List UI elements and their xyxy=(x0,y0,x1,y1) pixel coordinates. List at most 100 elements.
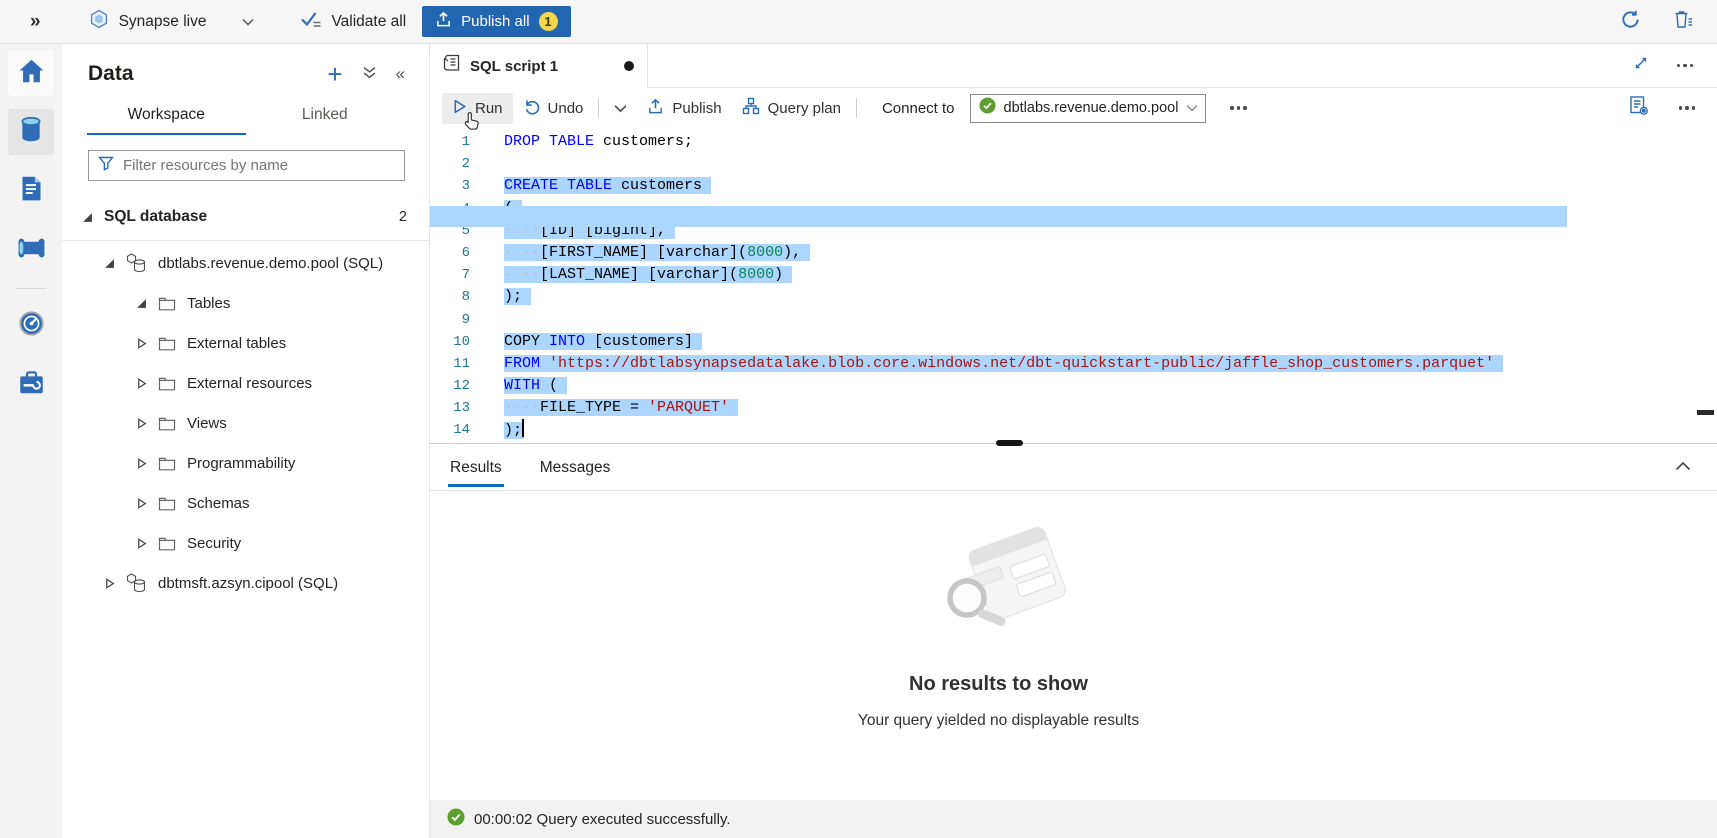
publish-all-button[interactable]: Publish all 1 xyxy=(422,6,570,37)
more-options-icon[interactable] xyxy=(1675,60,1696,72)
tree-item-views[interactable]: Views xyxy=(62,403,429,443)
tree-item-tables[interactable]: Tables xyxy=(62,283,429,323)
line-content: ); xyxy=(504,419,524,441)
toolbar-divider xyxy=(598,98,599,118)
add-plus-icon[interactable]: + xyxy=(327,64,342,84)
undo-button[interactable]: Undo xyxy=(513,92,594,125)
publish-all-label: Publish all xyxy=(461,13,529,30)
refresh-icon[interactable] xyxy=(1620,9,1641,35)
line-content: ····[LAST_NAME] [varchar](8000) xyxy=(504,264,792,286)
tree-item-label: External resources xyxy=(187,375,312,392)
expanded-twistie-icon[interactable] xyxy=(136,298,147,309)
rail-item-manage[interactable] xyxy=(8,362,54,408)
tree-item-schemas[interactable]: Schemas xyxy=(62,483,429,523)
tree-item-external-resources[interactable]: External resources xyxy=(62,363,429,403)
collapsed-twistie-icon[interactable] xyxy=(104,578,115,589)
rail-item-home[interactable] xyxy=(8,50,54,96)
editor-tab-strip: SQL script 1 xyxy=(430,44,1717,88)
tab-messages[interactable]: Messages xyxy=(538,447,613,490)
collapsed-twistie-icon[interactable] xyxy=(136,458,147,469)
mode-selector[interactable]: Synapse live xyxy=(89,9,255,34)
run-options-chevron[interactable] xyxy=(604,94,637,123)
validate-check-icon xyxy=(300,11,322,33)
unsaved-changes-dot xyxy=(624,61,634,71)
tab-sql-script-1[interactable]: SQL script 1 xyxy=(430,44,648,88)
line-content: COPY INTO [customers] xyxy=(504,331,702,353)
query-plan-button[interactable]: Query plan xyxy=(732,91,851,125)
code-line[interactable]: 3CREATE TABLE customers xyxy=(430,175,1717,197)
query-status-bar: 00:00:02 Query executed successfully. xyxy=(430,800,1717,838)
editor-more-icon[interactable] xyxy=(1677,102,1698,114)
validate-all-button[interactable]: Validate all xyxy=(300,11,406,33)
rail-item-develop[interactable] xyxy=(8,168,54,214)
results-tab-bar: Results Messages xyxy=(430,444,1717,491)
query-plan-label: Query plan xyxy=(768,100,841,117)
collapsed-twistie-icon[interactable] xyxy=(136,418,147,429)
code-line[interactable]: 14); xyxy=(430,419,1717,441)
collapsed-twistie-icon[interactable] xyxy=(136,378,147,389)
code-line[interactable]: 7····[LAST_NAME] [varchar](8000) xyxy=(430,264,1717,286)
expand-sidebar-icon[interactable]: » xyxy=(30,11,41,33)
overview-ruler-marker xyxy=(1697,410,1714,415)
connection-more-icon[interactable] xyxy=(1228,102,1249,114)
collapsed-twistie-icon[interactable] xyxy=(136,498,147,509)
tree-item-label: dbtmsft.azsyn.cipool (SQL) xyxy=(158,575,338,592)
top-bar-right-actions xyxy=(1620,9,1717,35)
tree-item-dbtmsft-azsyn-cipool-sql[interactable]: dbtmsft.azsyn.cipool (SQL) xyxy=(62,563,429,603)
discard-trash-icon[interactable] xyxy=(1673,9,1693,35)
rail-divider xyxy=(16,288,46,289)
line-number: 2 xyxy=(430,153,470,175)
code-line[interactable]: 1DROP TABLE customers; xyxy=(430,131,1717,153)
rail-item-monitor[interactable] xyxy=(8,303,54,349)
collapse-results-chevron-up-icon[interactable] xyxy=(1675,458,1691,476)
filter-resources-input[interactable] xyxy=(123,157,395,174)
resource-filter-box xyxy=(88,150,405,181)
connected-check-icon xyxy=(979,97,996,119)
code-line[interactable]: 10COPY INTO [customers] xyxy=(430,331,1717,353)
collapsed-twistie-icon[interactable] xyxy=(136,538,147,549)
editor-tab-title: SQL script 1 xyxy=(470,58,558,75)
code-line[interactable]: 11FROM 'https://dbtlabsynapsedatalake.bl… xyxy=(430,353,1717,375)
line-number: 11 xyxy=(430,353,470,375)
code-line[interactable]: 12WITH ( xyxy=(430,375,1717,397)
line-content: ); xyxy=(504,286,531,308)
expanded-twistie-icon[interactable] xyxy=(82,212,93,223)
collapsed-twistie-icon[interactable] xyxy=(136,338,147,349)
code-line[interactable]: 2 xyxy=(430,153,1717,175)
tree-item-label: External tables xyxy=(187,335,286,352)
toolbar-divider xyxy=(856,98,857,118)
rail-item-integrate[interactable] xyxy=(8,227,54,273)
folder-icon xyxy=(158,296,176,311)
expand-editor-icon[interactable] xyxy=(1633,55,1649,76)
rail-item-data[interactable] xyxy=(8,109,54,155)
publish-upload-icon xyxy=(647,98,664,119)
expanded-twistie-icon[interactable] xyxy=(104,258,115,269)
tab-results[interactable]: Results xyxy=(448,447,504,490)
code-line[interactable]: 13····FILE_TYPE = 'PARQUET' xyxy=(430,397,1717,419)
double-chevron-down-icon[interactable] xyxy=(363,64,376,84)
publish-button[interactable]: Publish xyxy=(637,92,731,125)
line-number: 12 xyxy=(430,375,470,397)
no-results-illustration xyxy=(920,629,1078,646)
code-line[interactable]: 6····[FIRST_NAME] [varchar](8000), xyxy=(430,242,1717,264)
tree-divider xyxy=(62,240,429,241)
tab-workspace[interactable]: Workspace xyxy=(87,98,246,135)
chevron-down-icon xyxy=(614,100,627,117)
tree-item-sql-database[interactable]: SQL database2 xyxy=(62,197,429,237)
tree-item-dbtlabs-revenue-demo-pool-sql[interactable]: dbtlabs.revenue.demo.pool (SQL) xyxy=(62,243,429,283)
tree-item-programmability[interactable]: Programmability xyxy=(62,443,429,483)
publish-count-badge: 1 xyxy=(539,12,558,31)
tab-linked[interactable]: Linked xyxy=(246,98,405,135)
synapse-hexagon-icon xyxy=(89,9,109,34)
tree-item-security[interactable]: Security xyxy=(62,523,429,563)
collapse-panel-icon[interactable]: « xyxy=(396,64,405,84)
sql-code-editor[interactable]: 1DROP TABLE customers;23CREATE TABLE cus… xyxy=(430,128,1717,443)
view-settings-icon[interactable] xyxy=(1628,95,1649,121)
code-line[interactable]: 8); xyxy=(430,286,1717,308)
pool-select-dropdown[interactable]: dbtlabs.revenue.demo.pool xyxy=(970,94,1207,123)
results-splitter-handle[interactable] xyxy=(996,440,1023,446)
run-button[interactable]: Run xyxy=(442,93,513,124)
run-label: Run xyxy=(475,100,503,117)
tree-item-external-tables[interactable]: External tables xyxy=(62,323,429,363)
code-line[interactable]: 9 xyxy=(430,309,1717,331)
